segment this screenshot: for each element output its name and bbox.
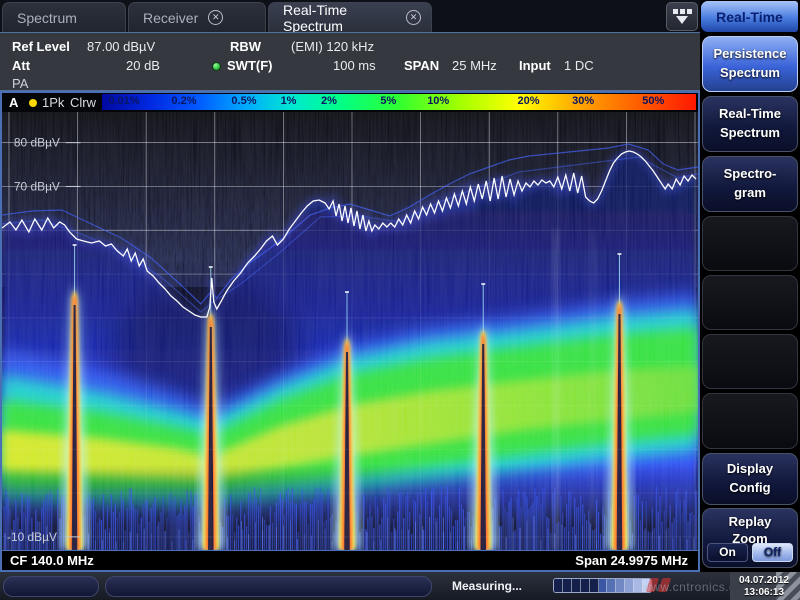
softkey-empty — [702, 275, 798, 330]
softkey-empty — [702, 393, 798, 449]
ref-level-value[interactable]: 87.00 dBµV — [87, 39, 155, 54]
rbw-label: RBW — [230, 39, 261, 54]
time-display: 13:06:13 — [732, 587, 796, 599]
softkey-menu-title: Real-Time — [701, 1, 798, 32]
trace-legend-row: A 1Pk Clrw 0.01% 0.2% 0.5% 1% 2% 5% 10% 20% 30% 5… — [2, 93, 698, 112]
span-label: SPAN — [404, 58, 439, 73]
ref-level-label: Ref Level — [12, 39, 70, 54]
toggle-on[interactable]: On — [707, 543, 748, 562]
frequency-bar: CF 140.0 MHz Span 24.9975 MHz — [2, 550, 698, 570]
tab-list-button[interactable] — [666, 2, 698, 31]
persistence-spectrum-display: 80 dBµV 70 dBµV -10 dBµV — [2, 112, 698, 550]
toolbar-button-empty[interactable] — [3, 576, 99, 597]
color-scale-label: 1% — [281, 95, 297, 107]
measurement-window: A 1Pk Clrw 0.01% 0.2% 0.5% 1% 2% 5% 10% 20% 30% 5… — [0, 91, 700, 572]
toggle-off[interactable]: Off — [752, 543, 793, 562]
tab-label: Spectrum — [17, 10, 77, 26]
swt-label: SWT(F) — [227, 58, 272, 73]
softkey-persistence-spectrum[interactable]: Persistence Spectrum — [702, 36, 798, 92]
close-icon[interactable]: ✕ — [208, 10, 223, 25]
softkey-sidebar: Real-Time Persistence Spectrum Real-Time… — [700, 0, 800, 572]
input-label: Input — [519, 58, 551, 73]
density-color-scale: 0.01% 0.2% 0.5% 1% 2% 5% 10% 20% 30% 50% — [102, 94, 696, 110]
softkey-display-config[interactable]: Display Config — [702, 453, 798, 505]
swt-value[interactable]: 100 ms — [333, 58, 376, 73]
sweep-progress-bar — [553, 578, 652, 593]
trace-name: 1Pk — [42, 95, 64, 110]
chevron-down-icon — [676, 16, 688, 24]
softkey-empty — [702, 334, 798, 389]
status-bar: Measuring... www.cntronics.com 04.07.201… — [0, 572, 800, 600]
replay-zoom-toggle: On Off — [707, 543, 793, 562]
settings-panel: Ref Level 87.00 dBµV RBW (EMI) 120 kHz A… — [0, 32, 700, 91]
softkey-spectrogram[interactable]: Spectro- gram — [702, 156, 798, 212]
span-value[interactable]: 25 MHz — [452, 58, 497, 73]
window-letter: A — [9, 95, 18, 110]
y-axis-label: -10 dBµV — [7, 530, 57, 544]
att-label: Att — [12, 58, 30, 73]
tab-spectrum[interactable]: Spectrum — [2, 2, 126, 32]
y-axis-label: 80 dBµV — [14, 136, 60, 150]
softkey-empty — [702, 216, 798, 271]
color-scale-label: 5% — [380, 95, 396, 107]
plot-area: 80 dBµV 70 dBµV -10 dBµV — [2, 112, 698, 550]
color-scale-label: 0.5% — [231, 95, 256, 107]
color-scale-label: 0.01% — [108, 95, 139, 107]
color-scale-label: 2% — [321, 95, 337, 107]
color-scale-label: 20% — [517, 95, 539, 107]
rbw-value[interactable]: (EMI) 120 kHz — [291, 39, 374, 54]
center-frequency: CF 140.0 MHz — [10, 553, 94, 568]
toolbar-button-empty[interactable] — [105, 576, 432, 597]
softkey-replay-zoom[interactable]: Replay Zoom On Off — [702, 508, 798, 568]
softkey-real-time-spectrum[interactable]: Real-Time Spectrum — [702, 96, 798, 152]
att-value[interactable]: 20 dB — [126, 58, 160, 73]
color-scale-label: 10% — [427, 95, 449, 107]
y-axis-label: 70 dBµV — [14, 179, 60, 193]
analyzer-screen: Spectrum Receiver ✕ Real-Time Spectrum ✕… — [0, 0, 800, 600]
tab-label: Real-Time Spectrum — [283, 2, 396, 34]
measuring-status: Measuring... — [452, 579, 522, 593]
date-display: 04.07.2012 — [732, 575, 796, 587]
tab-real-time-spectrum[interactable]: Real-Time Spectrum ✕ — [268, 2, 432, 32]
sweep-led-icon — [212, 62, 221, 71]
span-readout: Span 24.9975 MHz — [575, 553, 688, 568]
input-value[interactable]: 1 DC — [564, 58, 594, 73]
windows-icon — [673, 9, 692, 14]
color-scale-label: 30% — [572, 95, 594, 107]
color-scale-label: 0.2% — [171, 95, 196, 107]
close-icon[interactable]: ✕ — [406, 10, 421, 25]
tab-label: Receiver — [143, 10, 198, 26]
tab-receiver[interactable]: Receiver ✕ — [128, 2, 266, 32]
trace-detector: Clrw — [70, 95, 96, 110]
color-scale-label: 50% — [642, 95, 664, 107]
datetime-panel: 04.07.2012 13:06:13 — [730, 572, 800, 600]
tab-bar: Spectrum Receiver ✕ Real-Time Spectrum ✕ — [0, 0, 700, 32]
trace-marker-dot — [29, 99, 37, 107]
preamp-indicator: PA — [12, 76, 28, 91]
